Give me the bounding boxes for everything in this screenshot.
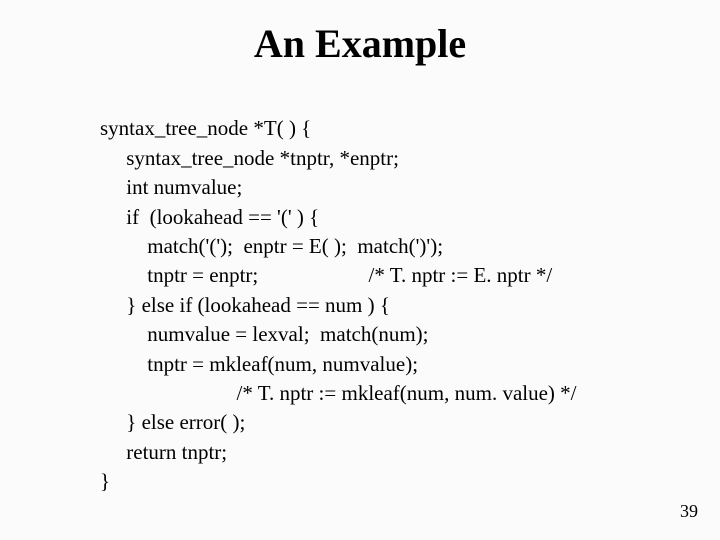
code-line: if (lookahead == '(' ) { bbox=[100, 205, 319, 229]
code-line: tnptr = mkleaf(num, numvalue); bbox=[100, 352, 418, 376]
slide: An Example syntax_tree_node *T( ) { synt… bbox=[0, 0, 720, 540]
code-line: match('('); enptr = E( ); match(')'); bbox=[100, 234, 443, 258]
code-line: /* T. nptr := mkleaf(num, num. value) */ bbox=[100, 381, 577, 405]
code-block: syntax_tree_node *T( ) { syntax_tree_nod… bbox=[100, 85, 720, 496]
code-line: } bbox=[100, 469, 110, 493]
code-line: return tnptr; bbox=[100, 440, 227, 464]
slide-title: An Example bbox=[0, 0, 720, 85]
page-number: 39 bbox=[680, 501, 698, 522]
code-line: } else if (lookahead == num ) { bbox=[100, 293, 390, 317]
code-line: syntax_tree_node *tnptr, *enptr; bbox=[100, 146, 399, 170]
code-line: } else error( ); bbox=[100, 410, 245, 434]
code-line: syntax_tree_node *T( ) { bbox=[100, 116, 311, 140]
code-line: tnptr = enptr; /* T. nptr := E. nptr */ bbox=[100, 263, 552, 287]
code-line: numvalue = lexval; match(num); bbox=[100, 322, 429, 346]
code-line: int numvalue; bbox=[100, 175, 242, 199]
